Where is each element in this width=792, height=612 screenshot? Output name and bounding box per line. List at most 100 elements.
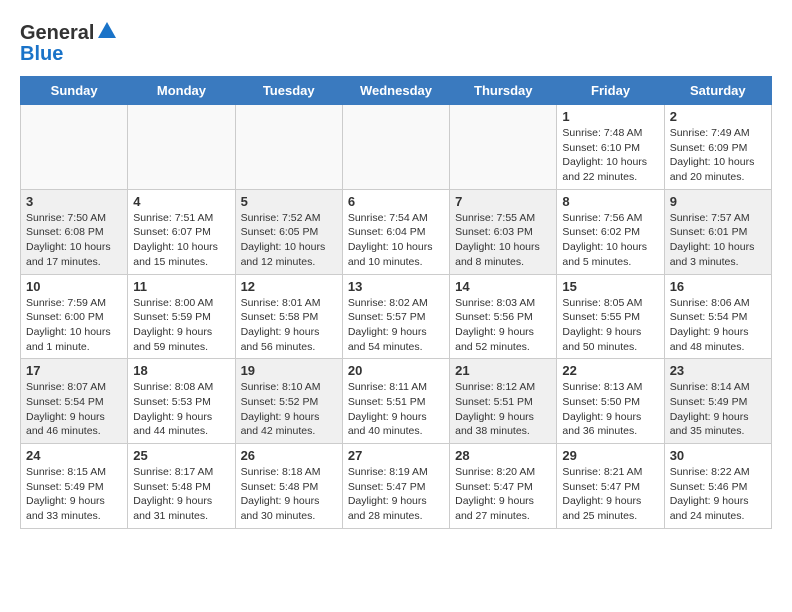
- day-number: 13: [348, 279, 444, 294]
- calendar-cell: 26 Sunrise: 8:18 AM Sunset: 5:48 PM Dayli…: [235, 444, 342, 529]
- day-number: 2: [670, 109, 766, 124]
- calendar-cell: [450, 105, 557, 190]
- calendar-cell: 6 Sunrise: 7:54 AM Sunset: 6:04 PM Daylig…: [342, 189, 449, 274]
- day-info: Sunrise: 7:59 AM Sunset: 6:00 PM Dayligh…: [26, 296, 122, 355]
- calendar-cell: 21Sunrise: 8:12 AM Sunset: 5:51 PM Dayli…: [450, 359, 557, 444]
- calendar-cell: 22Sunrise: 8:13 AM Sunset: 5:50 PM Dayli…: [557, 359, 664, 444]
- day-info: Sunrise: 8:01 AM Sunset: 5:58 PM Dayligh…: [241, 296, 337, 355]
- calendar-cell: 16 Sunrise: 8:06 AM Sunset: 5:54 PM Dayli…: [664, 274, 771, 359]
- calendar-cell: 10 Sunrise: 7:59 AM Sunset: 6:00 PM Dayli…: [21, 274, 128, 359]
- day-info: Sunrise: 7:49 AM Sunset: 6:09 PM Dayligh…: [670, 126, 766, 185]
- day-info: Sunrise: 8:10 AM Sunset: 5:52 PM Dayligh…: [241, 380, 337, 439]
- calendar-cell: 15Sunrise: 8:05 AM Sunset: 5:55 PM Dayli…: [557, 274, 664, 359]
- day-header-wednesday: Wednesday: [342, 77, 449, 105]
- calendar-cell: 24 Sunrise: 8:15 AM Sunset: 5:49 PM Dayli…: [21, 444, 128, 529]
- day-number: 29: [562, 448, 658, 463]
- day-number: 8: [562, 194, 658, 209]
- calendar-week-2: 3 Sunrise: 7:50 AM Sunset: 6:08 PM Daylig…: [21, 189, 772, 274]
- calendar-table: SundayMondayTuesdayWednesdayThursdayFrid…: [20, 76, 772, 529]
- calendar-cell: 20 Sunrise: 8:11 AM Sunset: 5:51 PM Dayli…: [342, 359, 449, 444]
- day-header-friday: Friday: [557, 77, 664, 105]
- day-number: 30: [670, 448, 766, 463]
- calendar-cell: 7 Sunrise: 7:55 AM Sunset: 6:03 PM Daylig…: [450, 189, 557, 274]
- day-info: Sunrise: 8:22 AM Sunset: 5:46 PM Dayligh…: [670, 465, 766, 524]
- day-info: Sunrise: 8:05 AM Sunset: 5:55 PM Dayligh…: [562, 296, 658, 355]
- logo: General Blue: [20, 20, 118, 66]
- day-number: 28: [455, 448, 551, 463]
- day-number: 9: [670, 194, 766, 209]
- calendar-cell: 9Sunrise: 7:57 AM Sunset: 6:01 PM Daylig…: [664, 189, 771, 274]
- day-number: 12: [241, 279, 337, 294]
- calendar-week-1: 1 Sunrise: 7:48 AM Sunset: 6:10 PM Daylig…: [21, 105, 772, 190]
- calendar-cell: 19 Sunrise: 8:10 AM Sunset: 5:52 PM Dayli…: [235, 359, 342, 444]
- day-number: 5: [241, 194, 337, 209]
- day-info: Sunrise: 7:48 AM Sunset: 6:10 PM Dayligh…: [562, 126, 658, 185]
- day-info: Sunrise: 8:14 AM Sunset: 5:49 PM Dayligh…: [670, 380, 766, 439]
- day-info: Sunrise: 7:54 AM Sunset: 6:04 PM Dayligh…: [348, 211, 444, 270]
- day-number: 16: [670, 279, 766, 294]
- page-header: General Blue: [20, 20, 772, 66]
- calendar-cell: 23Sunrise: 8:14 AM Sunset: 5:49 PM Dayli…: [664, 359, 771, 444]
- day-number: 19: [241, 363, 337, 378]
- calendar-cell: 5Sunrise: 7:52 AM Sunset: 6:05 PM Daylig…: [235, 189, 342, 274]
- day-header-saturday: Saturday: [664, 77, 771, 105]
- day-number: 11: [133, 279, 229, 294]
- calendar-cell: 3 Sunrise: 7:50 AM Sunset: 6:08 PM Daylig…: [21, 189, 128, 274]
- day-number: 4: [133, 194, 229, 209]
- day-number: 20: [348, 363, 444, 378]
- day-header-monday: Monday: [128, 77, 235, 105]
- calendar-cell: [342, 105, 449, 190]
- calendar-cell: 12 Sunrise: 8:01 AM Sunset: 5:58 PM Dayli…: [235, 274, 342, 359]
- day-number: 6: [348, 194, 444, 209]
- day-header-tuesday: Tuesday: [235, 77, 342, 105]
- day-number: 10: [26, 279, 122, 294]
- calendar-week-4: 17 Sunrise: 8:07 AM Sunset: 5:54 PM Dayli…: [21, 359, 772, 444]
- day-info: Sunrise: 8:20 AM Sunset: 5:47 PM Dayligh…: [455, 465, 551, 524]
- day-info: Sunrise: 8:11 AM Sunset: 5:51 PM Dayligh…: [348, 380, 444, 439]
- day-info: Sunrise: 8:07 AM Sunset: 5:54 PM Dayligh…: [26, 380, 122, 439]
- calendar-cell: 2 Sunrise: 7:49 AM Sunset: 6:09 PM Daylig…: [664, 105, 771, 190]
- calendar-cell: 25 Sunrise: 8:17 AM Sunset: 5:48 PM Dayli…: [128, 444, 235, 529]
- day-info: Sunrise: 8:03 AM Sunset: 5:56 PM Dayligh…: [455, 296, 551, 355]
- day-number: 24: [26, 448, 122, 463]
- day-info: Sunrise: 8:19 AM Sunset: 5:47 PM Dayligh…: [348, 465, 444, 524]
- day-info: Sunrise: 8:06 AM Sunset: 5:54 PM Dayligh…: [670, 296, 766, 355]
- day-header-sunday: Sunday: [21, 77, 128, 105]
- day-number: 3: [26, 194, 122, 209]
- logo-general-text: General: [20, 22, 94, 45]
- calendar-cell: 11 Sunrise: 8:00 AM Sunset: 5:59 PM Dayli…: [128, 274, 235, 359]
- day-number: 21: [455, 363, 551, 378]
- day-info: Sunrise: 8:18 AM Sunset: 5:48 PM Dayligh…: [241, 465, 337, 524]
- calendar-cell: 4Sunrise: 7:51 AM Sunset: 6:07 PM Daylig…: [128, 189, 235, 274]
- day-number: 22: [562, 363, 658, 378]
- day-number: 7: [455, 194, 551, 209]
- day-info: Sunrise: 8:21 AM Sunset: 5:47 PM Dayligh…: [562, 465, 658, 524]
- calendar-cell: 1 Sunrise: 7:48 AM Sunset: 6:10 PM Daylig…: [557, 105, 664, 190]
- day-info: Sunrise: 8:02 AM Sunset: 5:57 PM Dayligh…: [348, 296, 444, 355]
- day-number: 17: [26, 363, 122, 378]
- day-info: Sunrise: 8:08 AM Sunset: 5:53 PM Dayligh…: [133, 380, 229, 439]
- calendar-cell: 28 Sunrise: 8:20 AM Sunset: 5:47 PM Dayli…: [450, 444, 557, 529]
- calendar-week-5: 24 Sunrise: 8:15 AM Sunset: 5:49 PM Dayli…: [21, 444, 772, 529]
- day-info: Sunrise: 7:55 AM Sunset: 6:03 PM Dayligh…: [455, 211, 551, 270]
- calendar-cell: [128, 105, 235, 190]
- day-number: 25: [133, 448, 229, 463]
- calendar-week-3: 10 Sunrise: 7:59 AM Sunset: 6:00 PM Dayli…: [21, 274, 772, 359]
- day-number: 27: [348, 448, 444, 463]
- calendar-header-row: SundayMondayTuesdayWednesdayThursdayFrid…: [21, 77, 772, 105]
- calendar-cell: 27 Sunrise: 8:19 AM Sunset: 5:47 PM Dayli…: [342, 444, 449, 529]
- calendar-cell: 30 Sunrise: 8:22 AM Sunset: 5:46 PM Dayli…: [664, 444, 771, 529]
- calendar-cell: 8 Sunrise: 7:56 AM Sunset: 6:02 PM Daylig…: [557, 189, 664, 274]
- day-info: Sunrise: 7:50 AM Sunset: 6:08 PM Dayligh…: [26, 211, 122, 270]
- day-info: Sunrise: 8:17 AM Sunset: 5:48 PM Dayligh…: [133, 465, 229, 524]
- calendar-cell: 14Sunrise: 8:03 AM Sunset: 5:56 PM Dayli…: [450, 274, 557, 359]
- day-info: Sunrise: 8:15 AM Sunset: 5:49 PM Dayligh…: [26, 465, 122, 524]
- day-number: 26: [241, 448, 337, 463]
- day-header-thursday: Thursday: [450, 77, 557, 105]
- day-number: 1: [562, 109, 658, 124]
- logo-blue-text: Blue: [20, 43, 63, 66]
- day-info: Sunrise: 7:56 AM Sunset: 6:02 PM Dayligh…: [562, 211, 658, 270]
- day-info: Sunrise: 8:00 AM Sunset: 5:59 PM Dayligh…: [133, 296, 229, 355]
- day-number: 18: [133, 363, 229, 378]
- logo-icon: [96, 20, 118, 42]
